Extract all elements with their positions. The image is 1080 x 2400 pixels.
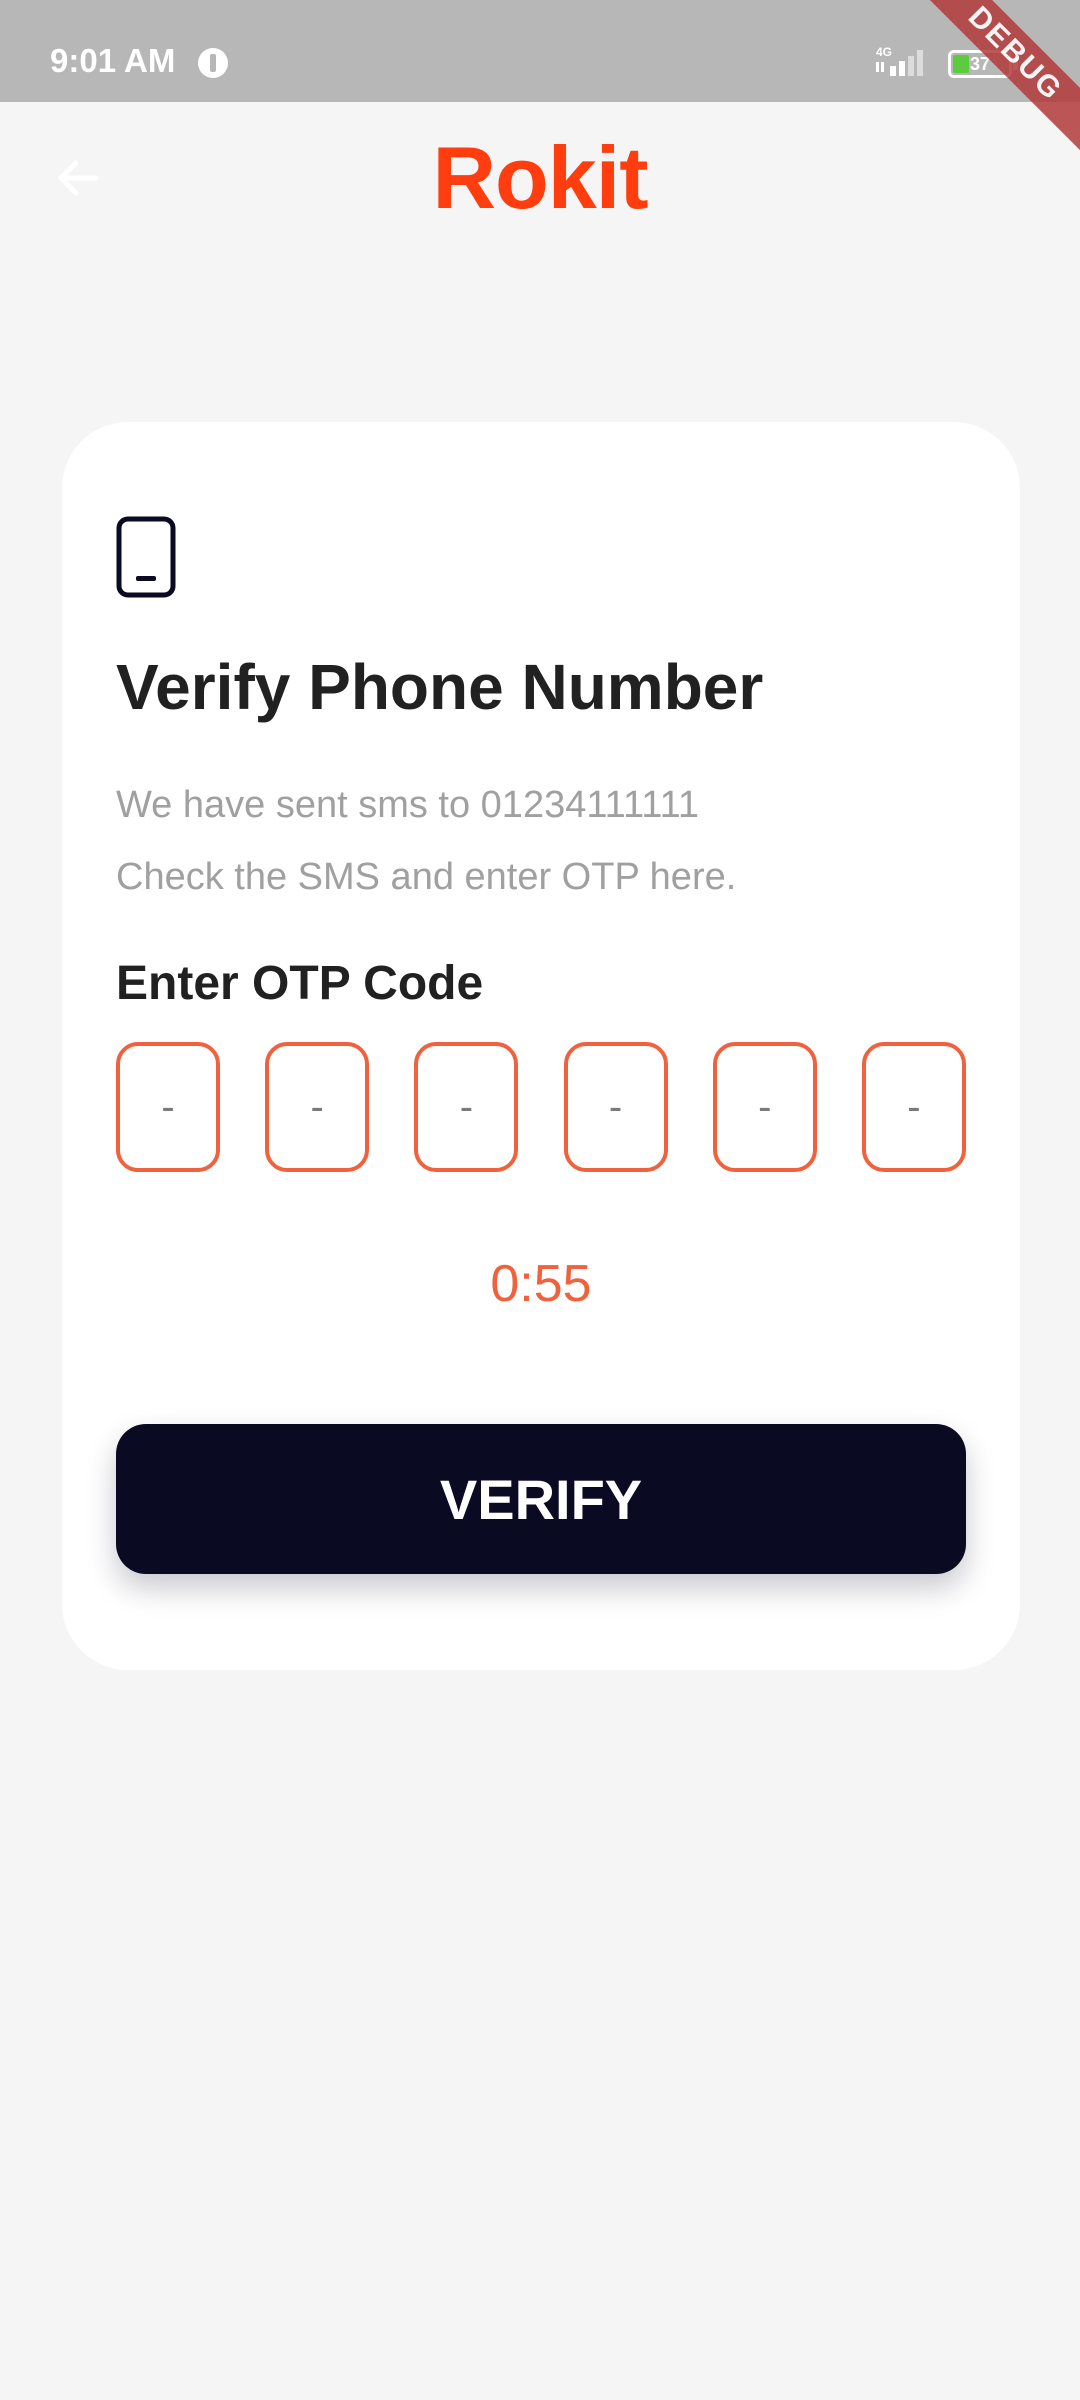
otp-digit-1[interactable]: - — [116, 1042, 220, 1172]
status-bar: 9:01 AM 4G 37 — [0, 0, 1080, 102]
smartphone-icon — [116, 516, 178, 605]
page-title: Verify Phone Number — [116, 651, 764, 723]
otp-instruction-text: Check the SMS and enter OTP here. — [116, 856, 737, 898]
notification-app-icon — [196, 46, 230, 85]
otp-digit-2[interactable]: - — [265, 1042, 370, 1172]
signal-icon: 4G — [874, 44, 934, 85]
countdown-timer: 0:55 — [490, 1255, 592, 1313]
verify-button[interactable]: VERIFY — [116, 1424, 966, 1574]
otp-input-row: - - - - - - — [116, 1042, 966, 1172]
otp-digit-5[interactable]: - — [712, 1042, 817, 1172]
otp-label: Enter OTP Code — [116, 957, 484, 1010]
verify-card: Verify Phone Number We have sent sms to … — [62, 422, 1020, 1670]
otp-digit-6[interactable]: - — [861, 1042, 966, 1172]
otp-digit-4[interactable]: - — [563, 1042, 668, 1172]
network-type-label: 4G — [876, 45, 892, 59]
brand-logo: Rokit — [432, 128, 649, 227]
otp-digit-3[interactable]: - — [414, 1042, 519, 1172]
status-time: 9:01 AM — [50, 42, 176, 79]
sms-sent-text: We have sent sms to 01234111111 — [116, 784, 700, 826]
